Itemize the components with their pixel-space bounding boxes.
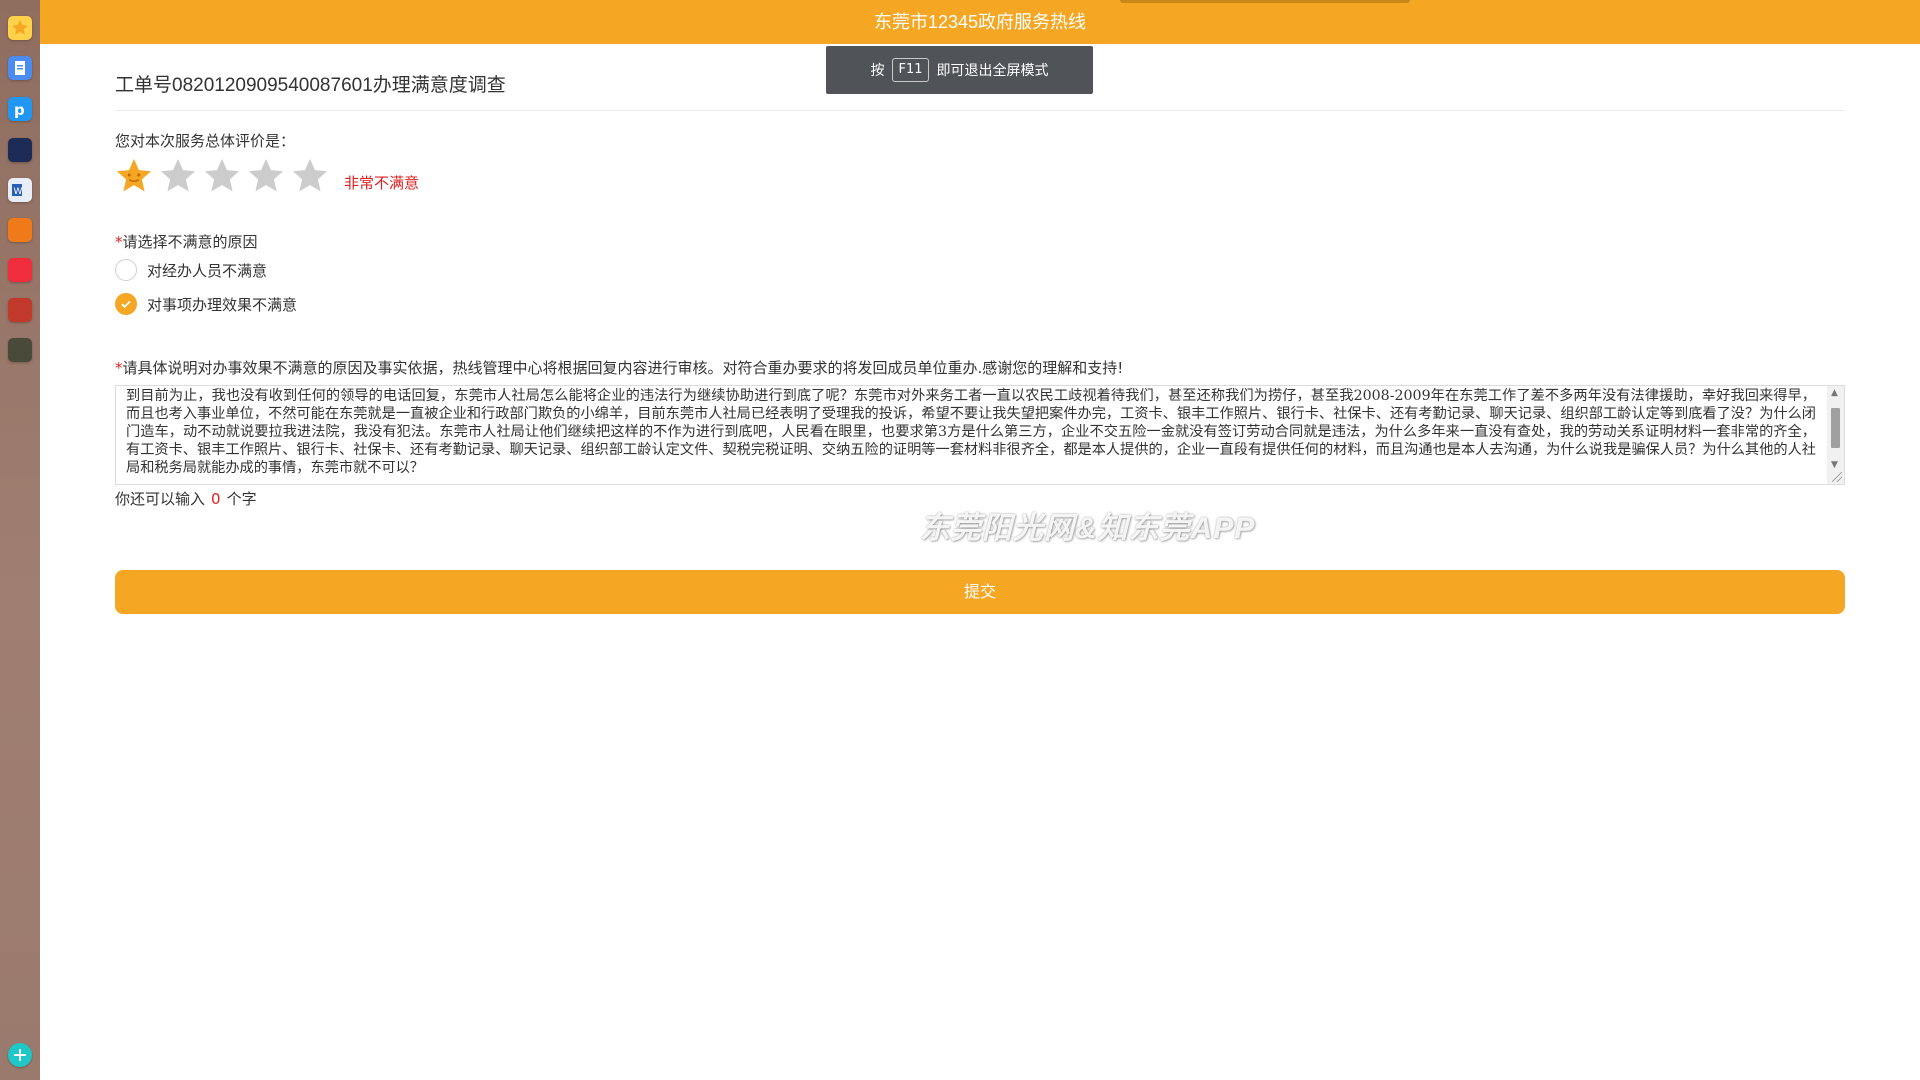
reason-option-staff[interactable]: 对经办人员不满意 (115, 259, 267, 281)
toast-text-after: 即可退出全屏模式 (936, 63, 1049, 79)
game3-app-icon[interactable] (8, 338, 32, 362)
required-mark: * (115, 359, 123, 377)
game2-app-icon[interactable] (8, 298, 32, 322)
add-icon[interactable] (8, 1043, 32, 1067)
reason-label: *请选择不满意的原因 (115, 231, 258, 252)
counter-before: 你还可以输入 (115, 490, 206, 508)
submit-button[interactable]: 提交 (115, 570, 1845, 614)
star-5[interactable] (291, 157, 329, 195)
detail-label-text: 请具体说明对办事效果不满意的原因及事实依据，热线管理中心将根据回复内容进行审核。… (122, 359, 1124, 377)
left-sidebar: p W (0, 0, 40, 1080)
radio-checked-icon[interactable] (115, 293, 137, 315)
title-divider (115, 110, 1845, 111)
detail-textarea[interactable]: 到目前为止，我也没有收到任何的领导的电话回复，东莞市人社局怎么能将企业的违法行为… (115, 385, 1845, 485)
counter-value: 0 (211, 490, 221, 508)
rating-text: 非常不满意 (344, 174, 420, 192)
reason-option-label: 对事项办理效果不满意 (147, 295, 298, 314)
star-2[interactable] (159, 157, 197, 195)
fullscreen-toast: 按 F11 即可退出全屏模式 (826, 46, 1093, 94)
scroll-down-icon[interactable]: ▼ (1831, 460, 1838, 470)
red-app-icon[interactable] (8, 258, 32, 282)
star-4[interactable] (247, 157, 285, 195)
svg-text:p: p (14, 101, 25, 119)
star-3[interactable] (203, 157, 241, 195)
word-icon[interactable]: W (8, 178, 32, 202)
reason-option-label: 对经办人员不满意 (147, 261, 268, 280)
header-bar: 东莞市12345政府服务热线 (40, 0, 1920, 44)
docs-icon[interactable] (8, 56, 32, 80)
detail-label: *请具体说明对办事效果不满意的原因及事实依据，热线管理中心将根据回复内容进行审核… (115, 357, 1123, 378)
watermark: 东莞阳光网&知东莞APP (920, 512, 1256, 545)
detail-textarea-content[interactable]: 到目前为止，我也没有收到任何的领导的电话回复，东莞市人社局怎么能将企业的违法行为… (126, 387, 1816, 484)
resize-grip-icon[interactable] (1832, 472, 1842, 482)
scroll-up-icon[interactable]: ▲ (1831, 388, 1838, 398)
char-counter: 你还可以输入 0 个字 (115, 488, 257, 509)
reason-option-effect[interactable]: 对事项办理效果不满意 (115, 293, 297, 315)
counter-after: 个字 (226, 490, 257, 508)
game-app-icon[interactable] (8, 218, 32, 242)
header-shadow (1120, 0, 1410, 3)
f11-key: F11 (892, 58, 929, 82)
svg-text:W: W (14, 187, 23, 197)
p-app-icon[interactable]: p (8, 97, 32, 121)
textarea-scrollbar[interactable]: ▲ ▼ (1827, 386, 1844, 484)
toast-text-before: 按 (870, 63, 885, 79)
rating-label: 您对本次服务总体评价是： (115, 132, 296, 150)
required-mark: * (115, 233, 123, 251)
page-title: 工单号0820120909540087601办理满意度调查 (115, 75, 506, 96)
reason-label-text: 请选择不满意的原因 (122, 233, 258, 251)
news-app-icon[interactable] (8, 138, 32, 162)
radio-unchecked-icon[interactable] (115, 259, 137, 281)
header-title: 东莞市12345政府服务热线 (873, 12, 1087, 32)
scroll-thumb[interactable] (1831, 408, 1840, 448)
star-rating[interactable] (115, 157, 329, 195)
star-1[interactable] (115, 157, 153, 195)
favorites-icon[interactable] (8, 16, 32, 40)
